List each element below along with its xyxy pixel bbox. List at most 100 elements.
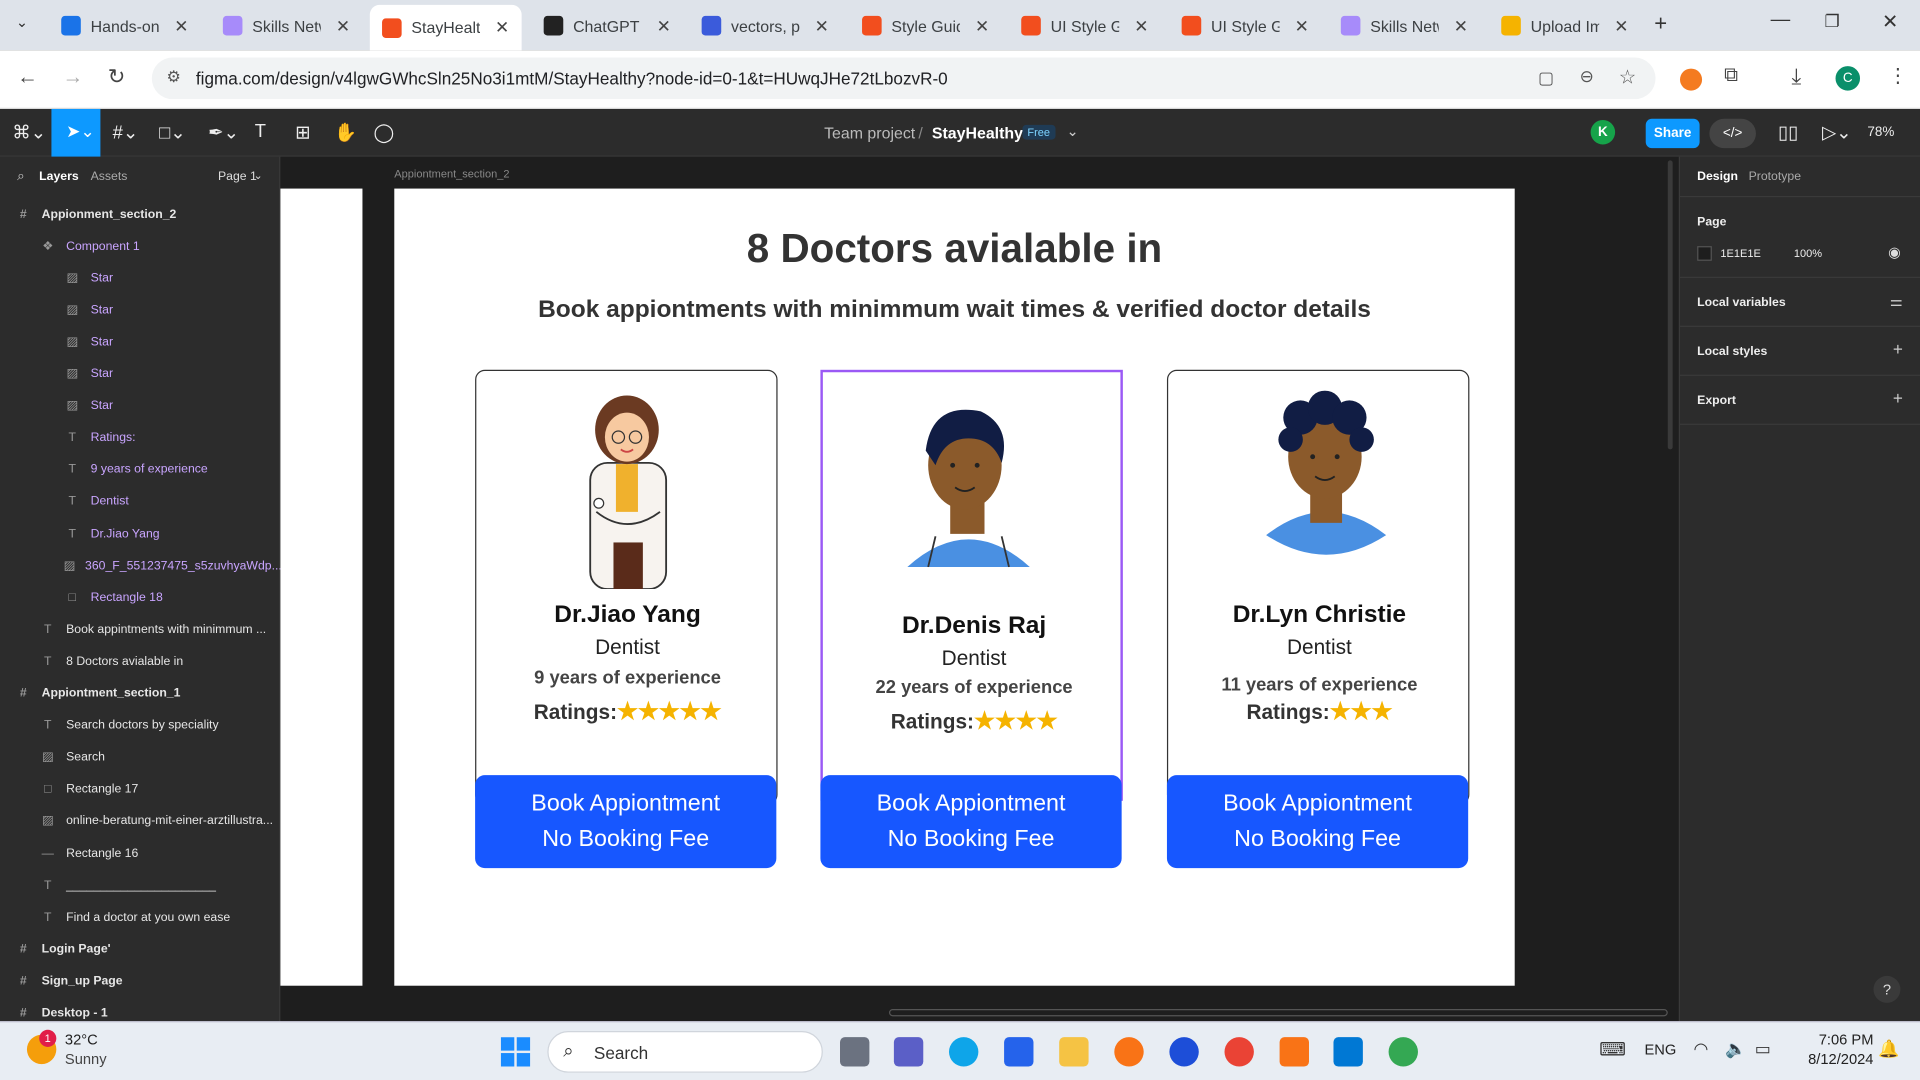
language-indicator[interactable]: ENG (1645, 1041, 1677, 1058)
clock-time[interactable]: 7:06 PM (1800, 1031, 1874, 1048)
tab-close-icon[interactable]: ✕ (174, 15, 188, 36)
browser-tab[interactable]: Hands-on ✕ (49, 9, 201, 43)
user-avatar[interactable]: K (1590, 120, 1616, 145)
weather-condition[interactable]: Sunny (65, 1051, 107, 1068)
bookmark-star-icon[interactable]: ☆ (1619, 65, 1637, 89)
shape-tool-icon[interactable]: □⌄ (159, 121, 185, 143)
file-menu-chevron-icon[interactable]: ⌄ (1067, 122, 1079, 139)
layer-item[interactable]: ▨ Star (0, 358, 280, 390)
adjacent-frame[interactable] (280, 188, 363, 986)
figma-main-menu-icon[interactable]: ⌘⌄ (12, 121, 46, 143)
layer-item[interactable]: ▨ Star (0, 294, 280, 326)
layer-item[interactable]: T Dr.Jiao Yang (0, 518, 280, 550)
layer-item[interactable]: — Rectangle 16 (0, 838, 280, 870)
tab-close-icon[interactable]: ✕ (975, 15, 989, 36)
tab-close-icon[interactable]: ✕ (1295, 15, 1309, 36)
share-button[interactable]: Share (1645, 118, 1700, 149)
browser-tab[interactable]: Style Guide ✕ (850, 9, 1002, 43)
doctor-card-lyn-christie[interactable]: Dr.Lyn Christie Dentist 11 years of expe… (1166, 369, 1470, 805)
doctor-card-denis-raj[interactable]: Dr.Denis Raj Dentist 22 years of experie… (820, 369, 1123, 801)
profile-avatar[interactable]: C (1835, 66, 1861, 91)
chrome-menu-icon[interactable]: ⋮ (1888, 64, 1908, 88)
book-appointment-button[interactable]: Book Appiontment No Booking Fee (475, 775, 777, 869)
tab-close-icon[interactable]: ✕ (1134, 15, 1148, 36)
blocked-icon[interactable]: ▢ (1538, 67, 1554, 88)
layer-item[interactable]: ❖ Component 1 (0, 230, 280, 262)
add-export-plus-icon[interactable]: + (1893, 388, 1903, 408)
local-variables-label[interactable]: Local variables (1697, 296, 1785, 309)
notification-bell-icon[interactable]: 🔔 (1878, 1038, 1899, 1059)
layer-item[interactable]: T ______________________ (0, 870, 280, 902)
frame-label[interactable]: Appiontment_section_2 (394, 168, 509, 180)
layer-item[interactable]: ▨ Search (0, 742, 280, 774)
layer-item[interactable]: # Sign_up Page (0, 965, 280, 997)
browser-tab[interactable]: vectors, ph ✕ (689, 9, 841, 43)
page-color-swatch[interactable] (1697, 246, 1712, 261)
edge-icon[interactable] (948, 1037, 979, 1067)
book-appointment-button[interactable]: Book Appiontment No Booking Fee (1166, 775, 1469, 869)
page-opacity-value[interactable]: 100% (1794, 247, 1822, 259)
export-label[interactable]: Export (1697, 394, 1736, 407)
tab-close-icon[interactable]: ✕ (495, 17, 509, 38)
page-selector[interactable]: Page 1 (218, 170, 257, 183)
minimize-button[interactable]: — (1771, 10, 1791, 32)
task-view-icon[interactable] (840, 1037, 870, 1067)
present-icon[interactable]: ▷⌄ (1822, 121, 1852, 143)
zoom-level[interactable]: 78% (1867, 125, 1894, 140)
reload-icon[interactable]: ↻ (108, 65, 125, 89)
browser-tab[interactable]: ChatGPT ✕ (531, 9, 683, 43)
restore-button[interactable]: ❐ (1825, 11, 1840, 32)
browser-tab[interactable]: Skills Netw ✕ (1329, 9, 1481, 43)
layer-item[interactable]: ▨ online-beratung-mit-einer-arztillustra.… (0, 806, 280, 838)
layer-item[interactable]: T 8 Doctors avialable in (0, 646, 280, 678)
back-arrow-icon[interactable]: ← (17, 65, 38, 89)
canvas-horizontal-scrollbar[interactable] (888, 1008, 1668, 1017)
page-selector-chevron-icon[interactable]: ⌄ (253, 169, 262, 182)
layer-item[interactable]: T Find a doctor at you own ease (0, 901, 280, 933)
browser-tab[interactable]: UI Style Gu ✕ (1169, 9, 1321, 43)
zoom-icon[interactable]: ⊖ (1580, 66, 1594, 87)
layer-item[interactable]: # Appiontment_section_1 (0, 678, 280, 710)
mail-icon[interactable] (1004, 1037, 1034, 1067)
browser-tab[interactable]: StayHealth ✕ (369, 4, 522, 51)
page-color-value[interactable]: 1E1E1E (1720, 247, 1760, 259)
hand-tool-icon[interactable]: ✋ (334, 121, 357, 143)
tab-search-icon[interactable]: ⌄ (16, 13, 28, 30)
tab-close-icon[interactable]: ✕ (336, 15, 350, 36)
browser-tab[interactable]: Skills Netw ✕ (211, 9, 363, 43)
xampp-icon[interactable] (1279, 1037, 1309, 1067)
chrome-icon[interactable] (1224, 1037, 1254, 1067)
browser-tab[interactable]: Upload Im ✕ (1489, 9, 1641, 43)
close-window-button[interactable]: ✕ (1882, 10, 1898, 34)
app-store-icon[interactable] (1169, 1037, 1199, 1067)
layer-item[interactable]: ▨ 360_F_551237475_s5zuvhyaWdp... (0, 550, 281, 582)
keyboard-icon[interactable]: ⌨ (1599, 1038, 1626, 1061)
layers-tab[interactable]: Layers (39, 170, 78, 183)
design-tab[interactable]: Design (1697, 170, 1738, 183)
site-info-icon[interactable]: ⚙ (167, 67, 181, 87)
library-icon[interactable]: ▯▯ (1778, 121, 1798, 143)
book-appointment-button[interactable]: Book Appiontment No Booking Fee (820, 775, 1122, 869)
file-explorer-icon[interactable] (1059, 1037, 1089, 1067)
layer-item[interactable]: ▨ Star (0, 326, 280, 358)
eye-icon[interactable]: ◉ (1888, 244, 1901, 261)
layer-item[interactable]: T Search doctors by speciality (0, 710, 280, 742)
wifi-icon[interactable]: ◠ (1693, 1038, 1708, 1059)
tab-close-icon[interactable]: ✕ (1454, 15, 1468, 36)
forward-arrow-icon[interactable]: → (62, 65, 83, 89)
chrome-profile-icon[interactable] (1388, 1037, 1418, 1067)
firefox-icon[interactable] (1114, 1037, 1144, 1067)
layer-item[interactable]: □ Rectangle 18 (0, 582, 280, 614)
layer-search-icon[interactable]: ⌕ (17, 169, 25, 185)
pen-tool-icon[interactable]: ✒⌄ (208, 121, 239, 143)
new-tab-button[interactable]: + (1654, 11, 1667, 37)
frame-tool-icon[interactable]: #⌄ (113, 121, 139, 143)
layer-item[interactable]: # Appionment_section_2 (0, 198, 280, 230)
layer-item[interactable]: □ Rectangle 17 (0, 774, 280, 806)
layer-item[interactable]: T Ratings: (0, 422, 280, 454)
url-field[interactable]: ⚙ figma.com/design/v4lgwGWhcSln25No3i1mt… (151, 57, 1656, 100)
dev-mode-toggle[interactable]: </> (1709, 118, 1756, 149)
text-tool-icon[interactable]: T (255, 121, 266, 142)
layer-item[interactable]: T 9 years of experience (0, 454, 280, 486)
windows-start-icon[interactable] (500, 1037, 531, 1067)
